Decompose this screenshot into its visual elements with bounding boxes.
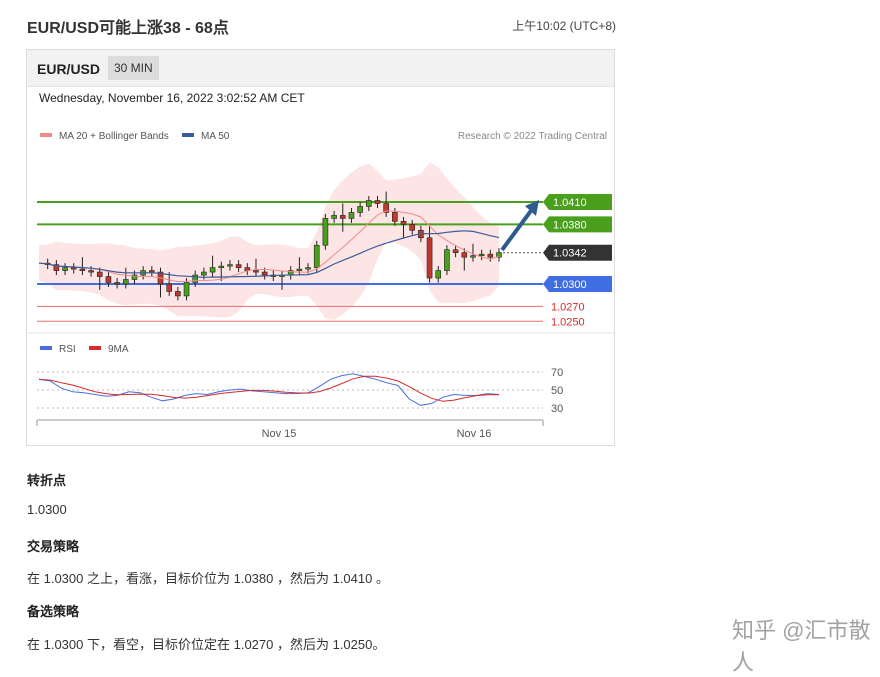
candle-body bbox=[201, 271, 207, 276]
candle-body bbox=[400, 221, 407, 225]
candle-body bbox=[339, 215, 346, 219]
strategy-heading: 交易策略 bbox=[27, 539, 80, 554]
candle-body bbox=[452, 249, 459, 253]
chart-panel: EUR/USD 30 MIN Wednesday, November 16, 2… bbox=[26, 49, 615, 446]
x-tick-label: Nov 16 bbox=[457, 428, 492, 440]
candle-body bbox=[227, 264, 233, 267]
candle-body bbox=[392, 212, 398, 222]
level-labels: 1.0410 1.0380 1.0342 1.0300 1.0270 1.0250 bbox=[543, 194, 612, 328]
page-title: EUR/USD可能上涨38 - 68点 bbox=[27, 20, 229, 37]
candle-body bbox=[444, 249, 450, 271]
projection-arrow-line bbox=[500, 206, 535, 252]
candle-body bbox=[114, 282, 120, 285]
candle-body bbox=[374, 200, 381, 204]
level-label-text: 1.0270 bbox=[551, 301, 585, 313]
timestamp: 上午10:02 (UTC+8) bbox=[512, 19, 616, 33]
x-tick-label: Nov 15 bbox=[262, 428, 297, 440]
candle-body bbox=[409, 224, 416, 231]
candle-body bbox=[487, 253, 494, 258]
watermark: 知乎 @汇市散人 bbox=[732, 618, 871, 675]
candle-body bbox=[175, 291, 181, 297]
candle-body bbox=[149, 270, 155, 273]
candle-body bbox=[366, 200, 372, 207]
rsi-tick-label: 70 bbox=[551, 367, 563, 379]
candle-body bbox=[435, 270, 442, 279]
candle-body bbox=[62, 267, 68, 271]
candle-body bbox=[305, 267, 311, 270]
candle-body bbox=[313, 244, 320, 268]
candle-body bbox=[461, 252, 468, 258]
candle-body bbox=[96, 271, 103, 277]
candle-body bbox=[331, 215, 337, 219]
ma50-legend-swatch bbox=[182, 133, 194, 137]
ma9-legend-swatch bbox=[89, 346, 101, 350]
candle-body bbox=[122, 279, 129, 285]
level-label-text: 1.0300 bbox=[553, 279, 587, 291]
ma20-legend-swatch bbox=[40, 133, 52, 137]
research-credit: Research © 2022 Trading Central bbox=[458, 131, 607, 142]
alternative-heading: 备选策略 bbox=[27, 604, 80, 619]
candle-body bbox=[218, 265, 225, 268]
candle-body bbox=[253, 270, 259, 273]
rsi-tick-label: 30 bbox=[551, 403, 563, 415]
candle-body bbox=[426, 237, 433, 279]
candle-body bbox=[79, 268, 86, 271]
ma9-legend-label: 9MA bbox=[108, 344, 129, 355]
level-label-text: 1.0410 bbox=[553, 197, 587, 209]
candle-body bbox=[166, 283, 172, 292]
rsi-legend-swatch bbox=[40, 346, 52, 350]
rsi-pane: 70 50 30 bbox=[37, 367, 563, 415]
strategy-text: 在 1.0300 之上，看涨，目标价位为 1.0380 ，然后为 1.0410 … bbox=[27, 571, 389, 586]
candle-body bbox=[322, 218, 329, 246]
pivot-value: 1.0300 bbox=[27, 502, 67, 517]
level-label-text: 1.0380 bbox=[553, 219, 587, 231]
alternative-text: 在 1.0300 下，看空，目标价位定在 1.0270 ，然后为 1.0250。 bbox=[27, 637, 386, 652]
candle-body bbox=[478, 253, 485, 256]
pivot-heading: 转折点 bbox=[27, 473, 67, 488]
candle-body bbox=[235, 264, 242, 268]
candle-body bbox=[183, 282, 190, 297]
rsi-legend-label: RSI bbox=[59, 344, 76, 355]
candle-body bbox=[209, 267, 216, 273]
price-chart: MA 20 + Bollinger Bands MA 50 Research ©… bbox=[27, 131, 614, 440]
level-label-text: 1.0342 bbox=[553, 248, 587, 260]
rsi-ma9-line bbox=[38, 375, 499, 402]
candle-body bbox=[261, 271, 268, 276]
candle-body bbox=[348, 212, 355, 219]
ma50-legend-label: MA 50 bbox=[201, 131, 230, 142]
candle-body bbox=[357, 206, 363, 213]
candle-body bbox=[70, 267, 77, 270]
candle-body bbox=[105, 276, 112, 283]
candle-body bbox=[470, 255, 476, 258]
candle-body bbox=[88, 270, 94, 273]
rsi-tick-label: 50 bbox=[551, 385, 563, 397]
ma20-legend-label: MA 20 + Bollinger Bands bbox=[59, 131, 169, 142]
level-label-text: 1.0250 bbox=[551, 316, 585, 328]
candle-body bbox=[296, 268, 303, 271]
